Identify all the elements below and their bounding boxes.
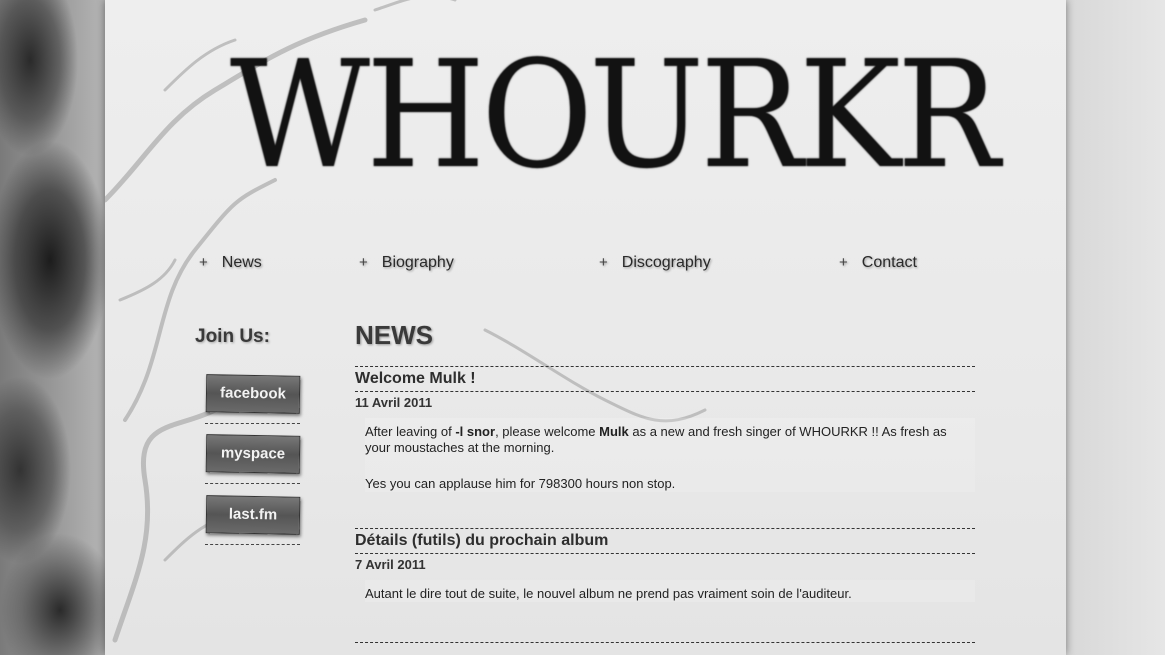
article-paragraph: After leaving of -l snor, please welcome… [365,424,959,456]
nav-item-biography[interactable]: + Biography [359,254,454,274]
new-member-name: Mulk [599,424,629,439]
myspace-button[interactable]: myspace [205,434,301,474]
article-paragraph: Autant le dire tout de suite, le nouvel … [365,586,852,601]
social-facebook: facebook [205,374,301,424]
background-left [0,0,105,655]
article-body: After leaving of -l snor, please welcome… [365,418,975,492]
nav-label-news: News [221,254,262,271]
background-right [1066,0,1165,655]
news-article: Détails (futils) du prochain album 7 Avr… [355,529,975,643]
article-title[interactable]: Welcome Mulk ! [355,367,975,392]
article-paragraph: Yes you can applause him for 798300 hour… [365,476,676,491]
article-body: Autant le dire tout de suite, le nouvel … [365,580,975,602]
text-span: , please welcome [495,424,600,439]
article-divider [355,642,975,643]
nav-label-biography: Biography [381,254,454,271]
site-logo[interactable]: WHOURKR [230,20,1000,210]
lastfm-button[interactable]: last.fm [205,495,301,535]
nav-label-discography: Discography [621,254,711,271]
nav-item-news[interactable]: + News [199,254,262,274]
plus-icon: + [839,254,848,271]
facebook-button[interactable]: facebook [205,374,301,414]
page-title: NEWS [355,318,975,367]
nav-item-contact[interactable]: + Contact [839,254,917,274]
former-member-name: -l snor [455,424,496,439]
plus-icon: + [199,254,208,271]
plus-icon: + [599,254,608,271]
nav-item-discography[interactable]: + Discography [599,254,711,274]
article-date: 11 Avril 2011 [355,395,433,410]
article-date: 7 Avril 2011 [355,557,426,572]
plus-icon: + [359,254,368,271]
text-span: After leaving of [365,424,456,439]
news-article: Welcome Mulk ! 11 Avril 2011 After leavi… [355,367,975,529]
page-container: WHOURKR + News + Biography + Discography + C… [105,0,1066,655]
social-lastfm: last.fm [205,495,301,545]
social-myspace: myspace [205,434,301,484]
join-us-heading: Join Us: [195,326,270,347]
article-title[interactable]: Détails (futils) du prochain album [355,529,975,554]
nav-label-contact: Contact [861,254,917,271]
news-section: NEWS Welcome Mulk ! 11 Avril 2011 After … [355,318,975,643]
